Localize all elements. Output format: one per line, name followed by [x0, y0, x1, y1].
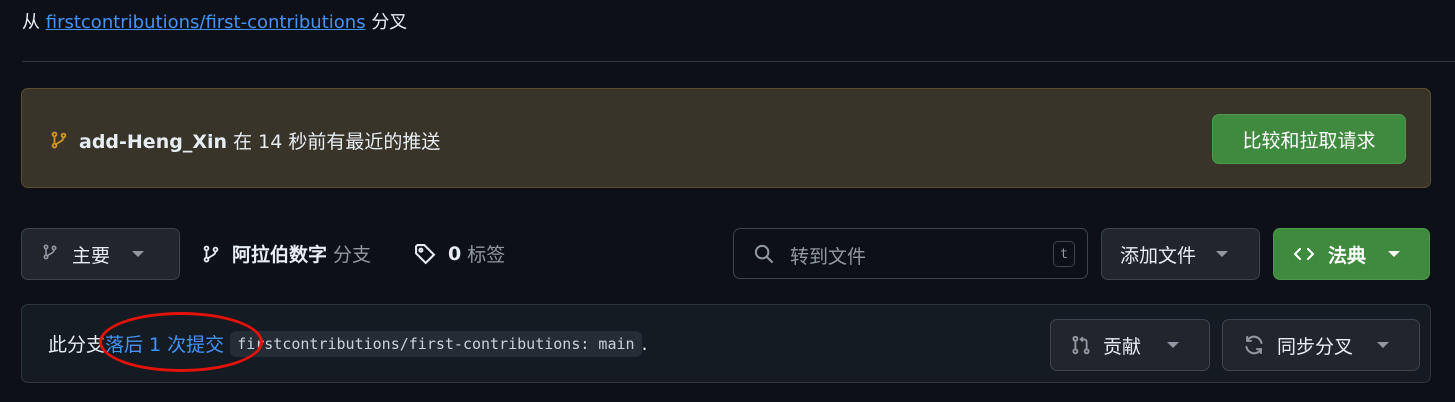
sync-fork-label: 同步分叉	[1277, 335, 1354, 358]
divider	[22, 61, 1455, 62]
branches-label: 分支	[333, 244, 372, 266]
tags-count: 0	[448, 242, 462, 265]
branch-status-text: 此分支 落后 1 次提交 firstcontributions/first-co…	[48, 330, 648, 357]
fork-prefix: 从	[22, 12, 40, 33]
sync-fork-button[interactable]: 同步分叉	[1222, 319, 1420, 371]
chevron-down-icon	[1216, 251, 1229, 257]
chevron-down-icon	[1167, 342, 1180, 348]
sync-icon	[1243, 334, 1265, 356]
chevron-down-icon	[132, 251, 145, 257]
branches-link[interactable]: 阿拉伯数字 分支	[202, 240, 371, 267]
pushed-branch-name: add-Heng_Xin	[79, 131, 228, 153]
git-branch-icon	[50, 129, 68, 155]
push-message: add-Heng_Xin 在 14 秒前有最近的推送	[79, 127, 440, 154]
branch-status-box: 此分支 落后 1 次提交 firstcontributions/first-co…	[21, 304, 1431, 383]
chevron-down-icon	[1377, 342, 1390, 348]
code-button[interactable]: 法典	[1273, 228, 1430, 280]
chevron-down-icon	[1388, 251, 1401, 257]
code-label: 法典	[1328, 244, 1367, 267]
push-time-text: 在 14 秒前有最近的推送	[233, 131, 441, 153]
go-to-file-search[interactable]: 转到文件 t	[733, 228, 1088, 279]
upstream-ref: firstcontributions/first-contributions: …	[230, 330, 642, 357]
code-icon	[1292, 245, 1316, 263]
status-prefix: 此分支	[48, 334, 106, 356]
contribute-label: 贡献	[1103, 335, 1142, 358]
git-branch-icon	[202, 243, 220, 265]
recent-push-banner: add-Heng_Xin 在 14 秒前有最近的推送 比较和拉取请求	[21, 88, 1431, 188]
search-shortcut-key: t	[1053, 241, 1075, 267]
add-file-label: 添加文件	[1120, 244, 1197, 267]
status-end: .	[641, 332, 648, 355]
tags-label: 标签	[467, 244, 506, 266]
fork-source-link[interactable]: firstcontributions/first-contributions	[46, 12, 366, 33]
pull-request-icon	[1071, 334, 1091, 356]
search-icon	[754, 244, 774, 268]
contribute-button[interactable]: 贡献	[1050, 319, 1210, 371]
fork-suffix: 分叉	[371, 12, 408, 33]
git-branch-icon	[42, 242, 58, 267]
search-placeholder: 转到文件	[790, 246, 867, 268]
tags-link[interactable]: 0 标签	[414, 240, 505, 267]
compare-pull-request-button[interactable]: 比较和拉取请求	[1212, 114, 1406, 164]
branch-selector-button[interactable]: 主要	[21, 228, 180, 280]
behind-commits-link[interactable]: 落后 1 次提交	[105, 330, 224, 357]
fork-source-line: 从 firstcontributions/first-contributions…	[22, 8, 407, 34]
branch-selector-label: 主要	[72, 244, 111, 267]
add-file-button[interactable]: 添加文件	[1101, 228, 1260, 280]
branches-count: 阿拉伯数字	[232, 244, 328, 266]
tag-icon	[414, 243, 436, 265]
